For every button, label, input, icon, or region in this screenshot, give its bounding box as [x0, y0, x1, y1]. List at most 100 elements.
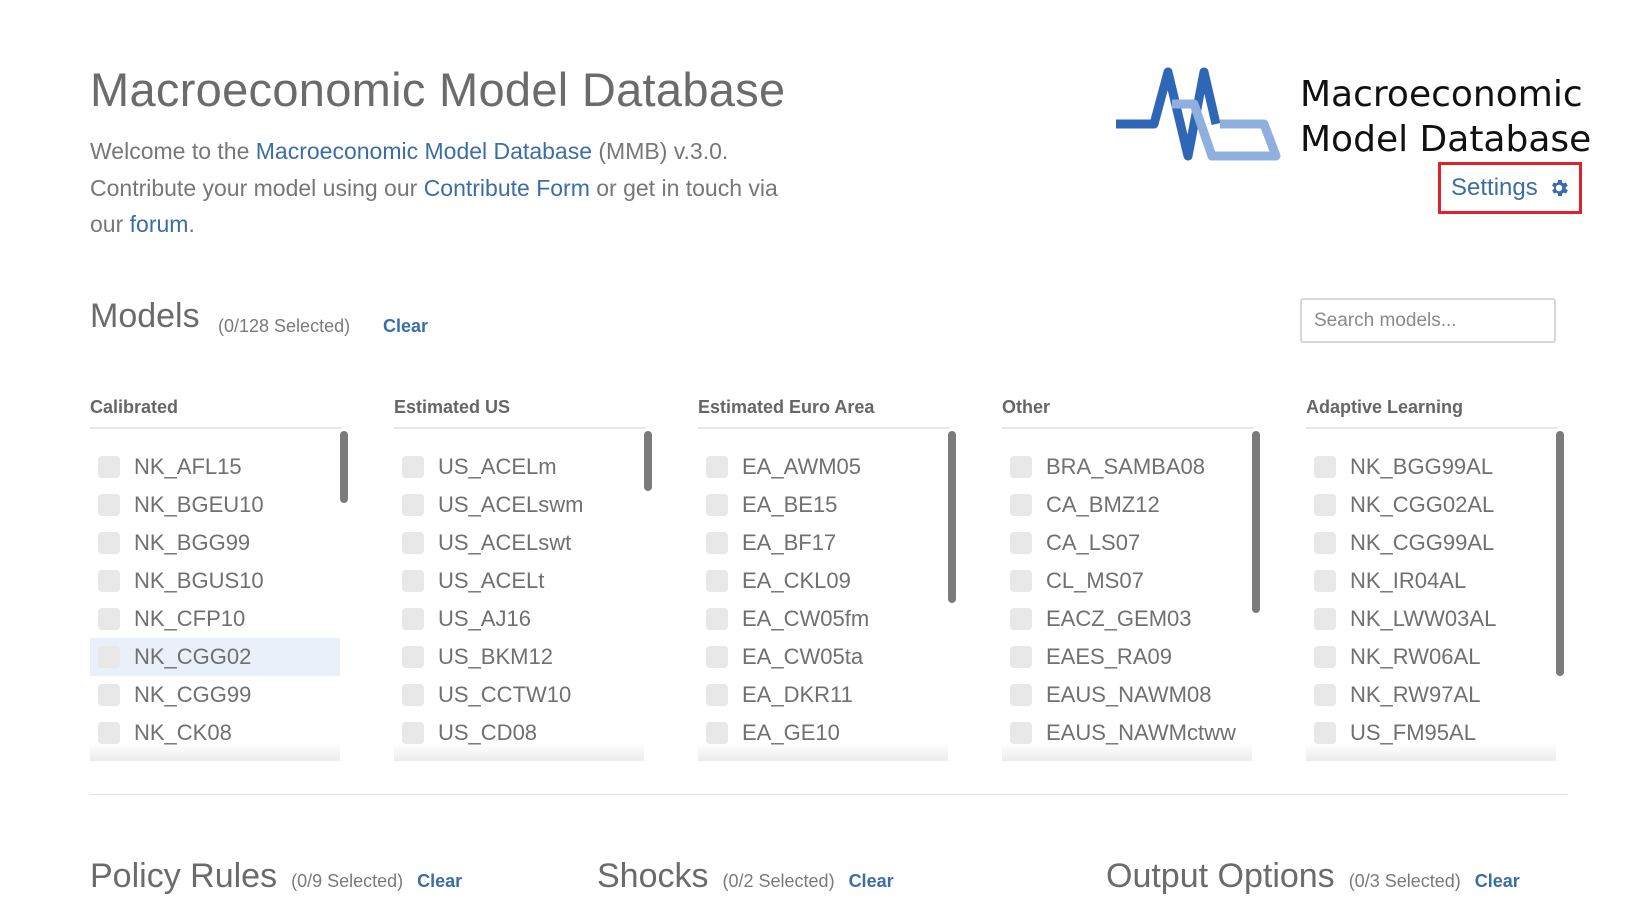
list-item[interactable]: EA_DKR11: [698, 676, 948, 714]
list-item[interactable]: EA_CW05ta: [698, 638, 948, 676]
checkbox[interactable]: [1314, 646, 1336, 668]
list-item[interactable]: NK_CGG99: [90, 676, 340, 714]
list-item[interactable]: US_ACELswm: [394, 486, 644, 524]
list-item[interactable]: EAUS_NAWM08: [1002, 676, 1252, 714]
mmb-link[interactable]: Macroeconomic Model Database: [256, 138, 592, 164]
list-item[interactable]: US_ACELswt: [394, 524, 644, 562]
checkbox[interactable]: [402, 532, 424, 554]
settings-button[interactable]: Settings: [1438, 162, 1582, 214]
list-item[interactable]: BRA_SAMBA08: [1002, 448, 1252, 486]
checkbox[interactable]: [98, 570, 120, 592]
scrollbar[interactable]: [340, 431, 348, 503]
checkbox[interactable]: [402, 608, 424, 630]
checkbox[interactable]: [402, 722, 424, 744]
checkbox[interactable]: [706, 532, 728, 554]
list-item[interactable]: CL_MS07: [1002, 562, 1252, 600]
column-title: Adaptive Learning: [1306, 397, 1558, 429]
checkbox[interactable]: [706, 494, 728, 516]
list-item[interactable]: US_FM95AL: [1306, 714, 1556, 752]
list-item[interactable]: NK_CK08: [90, 714, 340, 752]
list-item[interactable]: NK_CGG99AL: [1306, 524, 1556, 562]
checkbox[interactable]: [402, 684, 424, 706]
checkbox[interactable]: [98, 456, 120, 478]
checkbox[interactable]: [1010, 532, 1032, 554]
list-item[interactable]: NK_LWW03AL: [1306, 600, 1556, 638]
list-item[interactable]: EA_CW05fm: [698, 600, 948, 638]
checkbox[interactable]: [98, 608, 120, 630]
checkbox[interactable]: [1010, 570, 1032, 592]
list-item[interactable]: US_CD08: [394, 714, 644, 752]
forum-link[interactable]: forum: [130, 211, 189, 237]
models-clear-button[interactable]: Clear: [383, 316, 428, 337]
item-label: CA_BMZ12: [1046, 492, 1160, 517]
checkbox[interactable]: [1314, 494, 1336, 516]
checkbox[interactable]: [1010, 494, 1032, 516]
list-item[interactable]: US_ACELm: [394, 448, 644, 486]
output-options-clear-button[interactable]: Clear: [1475, 871, 1520, 892]
checkbox[interactable]: [1010, 684, 1032, 706]
checkbox[interactable]: [98, 684, 120, 706]
checkbox[interactable]: [706, 646, 728, 668]
item-label: NK_CGG02AL: [1350, 492, 1495, 517]
checkbox[interactable]: [706, 722, 728, 744]
list-item[interactable]: US_BKM12: [394, 638, 644, 676]
search-input[interactable]: [1300, 298, 1556, 343]
list-item[interactable]: EA_GE10: [698, 714, 948, 752]
model-list: NK_AFL15 NK_BGEU10 NK_BGG99 NK_BGUS10 NK…: [90, 431, 350, 761]
checkbox[interactable]: [1314, 722, 1336, 744]
list-item[interactable]: EAES_RA09: [1002, 638, 1252, 676]
list-item[interactable]: EA_AWM05: [698, 448, 948, 486]
scrollbar[interactable]: [1556, 431, 1564, 676]
list-item[interactable]: NK_BGG99: [90, 524, 340, 562]
checkbox[interactable]: [1314, 684, 1336, 706]
checkbox[interactable]: [1314, 608, 1336, 630]
checkbox[interactable]: [1314, 570, 1336, 592]
checkbox[interactable]: [706, 608, 728, 630]
scrollbar[interactable]: [948, 431, 956, 603]
checkbox[interactable]: [1314, 456, 1336, 478]
checkbox[interactable]: [1010, 608, 1032, 630]
contribute-form-link[interactable]: Contribute Form: [424, 175, 590, 201]
list-item[interactable]: CA_LS07: [1002, 524, 1252, 562]
list-item[interactable]: NK_CFP10: [90, 600, 340, 638]
list-item[interactable]: US_AJ16: [394, 600, 644, 638]
list-item[interactable]: US_CCTW10: [394, 676, 644, 714]
list-item[interactable]: US_ACELt: [394, 562, 644, 600]
checkbox[interactable]: [402, 456, 424, 478]
list-item[interactable]: NK_RW97AL: [1306, 676, 1556, 714]
checkbox[interactable]: [706, 456, 728, 478]
checkbox[interactable]: [98, 494, 120, 516]
list-item[interactable]: NK_IR04AL: [1306, 562, 1556, 600]
list-item[interactable]: CA_BMZ12: [1002, 486, 1252, 524]
checkbox[interactable]: [1010, 722, 1032, 744]
intro-text-1: Welcome to the: [90, 138, 256, 164]
list-item[interactable]: EA_BF17: [698, 524, 948, 562]
checkbox[interactable]: [402, 494, 424, 516]
scrollbar[interactable]: [1252, 431, 1260, 613]
checkbox[interactable]: [98, 646, 120, 668]
list-item[interactable]: EACZ_GEM03: [1002, 600, 1252, 638]
checkbox[interactable]: [98, 532, 120, 554]
list-item[interactable]: NK_AFL15: [90, 448, 340, 486]
list-item[interactable]: NK_CGG02: [90, 638, 340, 676]
checkbox[interactable]: [402, 646, 424, 668]
list-item[interactable]: EA_BE15: [698, 486, 948, 524]
list-item[interactable]: NK_BGEU10: [90, 486, 340, 524]
checkbox[interactable]: [1010, 646, 1032, 668]
shocks-clear-button[interactable]: Clear: [849, 871, 894, 892]
checkbox[interactable]: [98, 722, 120, 744]
list-item[interactable]: NK_RW06AL: [1306, 638, 1556, 676]
list-item[interactable]: NK_CGG02AL: [1306, 486, 1556, 524]
checkbox[interactable]: [706, 570, 728, 592]
policy-rules-clear-button[interactable]: Clear: [417, 871, 462, 892]
list-item[interactable]: EA_CKL09: [698, 562, 948, 600]
checkbox[interactable]: [1314, 532, 1336, 554]
page-title: Macroeconomic Model Database: [90, 63, 786, 116]
scrollbar[interactable]: [644, 431, 652, 491]
list-item[interactable]: EAUS_NAWMctww: [1002, 714, 1252, 752]
checkbox[interactable]: [706, 684, 728, 706]
checkbox[interactable]: [1010, 456, 1032, 478]
checkbox[interactable]: [402, 570, 424, 592]
list-item[interactable]: NK_BGG99AL: [1306, 448, 1556, 486]
list-item[interactable]: NK_BGUS10: [90, 562, 340, 600]
